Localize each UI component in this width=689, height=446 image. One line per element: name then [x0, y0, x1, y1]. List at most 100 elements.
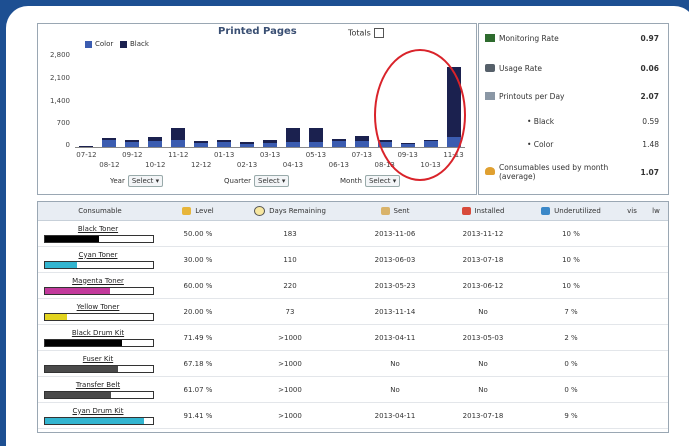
bar-black-07-13	[355, 136, 369, 141]
cell-days-remaining: >1000	[234, 377, 346, 403]
consumable-name-link[interactable]: Cyan Drum Kit	[44, 407, 152, 415]
consumables-table: Consumable Level Days Remaining Sent Ins…	[38, 202, 668, 429]
consumable-name-link[interactable]: Transfer Belt	[44, 381, 152, 389]
level-meter-fill	[45, 236, 99, 242]
consumable-name-link[interactable]: Cyan Toner	[44, 251, 152, 259]
header-underutilized[interactable]: Underutilized	[522, 202, 620, 221]
bar-color-10-12	[148, 141, 162, 147]
month-select[interactable]: Select ▾	[365, 175, 400, 187]
bar-color-12-12	[194, 143, 208, 147]
table-row[interactable]: Black Drum Kit71.49 %>10002013-04-112013…	[38, 325, 668, 351]
header-level[interactable]: Level	[162, 202, 234, 221]
bar-color-04-13	[286, 142, 300, 147]
cell-underutilized: 0 %	[522, 351, 620, 377]
header-lw[interactable]: lw	[644, 202, 668, 221]
consumable-name-link[interactable]: Yellow Toner	[44, 303, 152, 311]
chart-legend: Color Black	[85, 40, 149, 48]
cell-installed: 2013-07-18	[444, 403, 522, 429]
stat-value: 0.59	[642, 117, 659, 126]
box-icon	[381, 207, 390, 215]
header-level-label: Level	[195, 207, 213, 215]
printouts-icon	[485, 92, 495, 100]
x-tick-label: 12-12	[186, 161, 216, 169]
x-tick-label: 06-13	[324, 161, 354, 169]
consumable-name-link[interactable]: Black Toner	[44, 225, 152, 233]
cell-consumable: Magenta Toner	[38, 273, 162, 299]
year-select[interactable]: Select ▾	[128, 175, 163, 187]
cell-level: 67.18 %	[162, 351, 234, 377]
totals-toggle[interactable]: Totals	[348, 28, 384, 38]
bar-black-05-13	[309, 128, 323, 142]
bar-color-01-13	[217, 142, 231, 147]
cell-sent: 2013-06-03	[346, 247, 444, 273]
header-installed-label: Installed	[475, 207, 505, 215]
x-tick-label: 07-12	[71, 151, 101, 159]
bar-black-10-12	[148, 137, 162, 141]
stat-value: 0.06	[640, 64, 659, 73]
stat-label: Monitoring Rate	[499, 34, 559, 43]
level-meter	[44, 339, 154, 347]
header-sent-label: Sent	[394, 207, 410, 215]
x-tick-label: 11-12	[163, 151, 193, 159]
stat-label: Printouts per Day	[499, 92, 564, 101]
usage-rate-icon	[485, 64, 495, 72]
month-control: MonthSelect ▾	[340, 175, 400, 187]
header-consumable[interactable]: Consumable	[38, 202, 162, 221]
bar-black-06-13	[332, 139, 346, 141]
bar-color-09-12	[125, 142, 139, 147]
x-tick-label: 08-12	[94, 161, 124, 169]
cell-lw	[644, 247, 668, 273]
bar-black-02-13	[240, 142, 254, 144]
consumables-table-panel: Consumable Level Days Remaining Sent Ins…	[37, 201, 669, 433]
cell-sent: 2013-05-23	[346, 273, 444, 299]
cell-vis	[620, 351, 644, 377]
table-row[interactable]: Fuser Kit67.18 %>1000NoNo0 %	[38, 351, 668, 377]
table-row[interactable]: Yellow Toner20.00 %732013-11-14No7 %	[38, 299, 668, 325]
cell-underutilized: 7 %	[522, 299, 620, 325]
x-tick-label: 07-13	[347, 151, 377, 159]
cell-days-remaining: >1000	[234, 351, 346, 377]
cell-sent: 2013-11-14	[346, 299, 444, 325]
cell-lw	[644, 403, 668, 429]
stat-value: 2.07	[640, 92, 659, 101]
month-label: Month	[340, 177, 362, 185]
bar-color-07-13	[355, 141, 369, 147]
x-tick-label: 05-13	[301, 151, 331, 159]
cell-sent: 2013-04-11	[346, 403, 444, 429]
x-tick-label: 03-13	[255, 151, 285, 159]
cell-lw	[644, 325, 668, 351]
consumable-name-link[interactable]: Magenta Toner	[44, 277, 152, 285]
bar-color-08-12	[102, 140, 116, 147]
table-row[interactable]: Transfer Belt61.07 %>1000NoNo0 %	[38, 377, 668, 403]
quarter-select[interactable]: Select ▾	[254, 175, 289, 187]
stat-label: Consumables used by month (average)	[499, 163, 619, 181]
cell-sent: 2013-04-11	[346, 325, 444, 351]
level-meter-fill	[45, 340, 122, 346]
table-row[interactable]: Magenta Toner60.00 %2202013-05-232013-06…	[38, 273, 668, 299]
table-row[interactable]: Cyan Drum Kit91.41 %>10002013-04-112013-…	[38, 403, 668, 429]
legend-black-swatch	[120, 41, 127, 48]
cell-level: 30.00 %	[162, 247, 234, 273]
header-days-remaining[interactable]: Days Remaining	[234, 202, 346, 221]
header-installed[interactable]: Installed	[444, 202, 522, 221]
cell-vis	[620, 273, 644, 299]
cell-underutilized: 10 %	[522, 247, 620, 273]
header-sent[interactable]: Sent	[346, 202, 444, 221]
stat-value: 1.07	[640, 168, 659, 177]
bar-black-01-13	[217, 140, 231, 141]
y-tick-label: 2,800	[40, 51, 70, 59]
consumables-icon	[485, 167, 495, 175]
chart-title: Printed Pages	[218, 26, 297, 37]
x-tick-label: 04-13	[278, 161, 308, 169]
cell-lw	[644, 221, 668, 247]
consumable-name-link[interactable]: Black Drum Kit	[44, 329, 152, 337]
bar-color-03-13	[263, 143, 277, 147]
table-row[interactable]: Cyan Toner30.00 %1102013-06-032013-07-18…	[38, 247, 668, 273]
totals-checkbox[interactable]	[374, 28, 384, 38]
consumable-name-link[interactable]: Fuser Kit	[44, 355, 152, 363]
header-vis[interactable]: vis	[620, 202, 644, 221]
level-meter	[44, 365, 154, 373]
cell-level: 91.41 %	[162, 403, 234, 429]
table-row[interactable]: Black Toner50.00 %1832013-11-062013-11-1…	[38, 221, 668, 247]
cell-days-remaining: 110	[234, 247, 346, 273]
